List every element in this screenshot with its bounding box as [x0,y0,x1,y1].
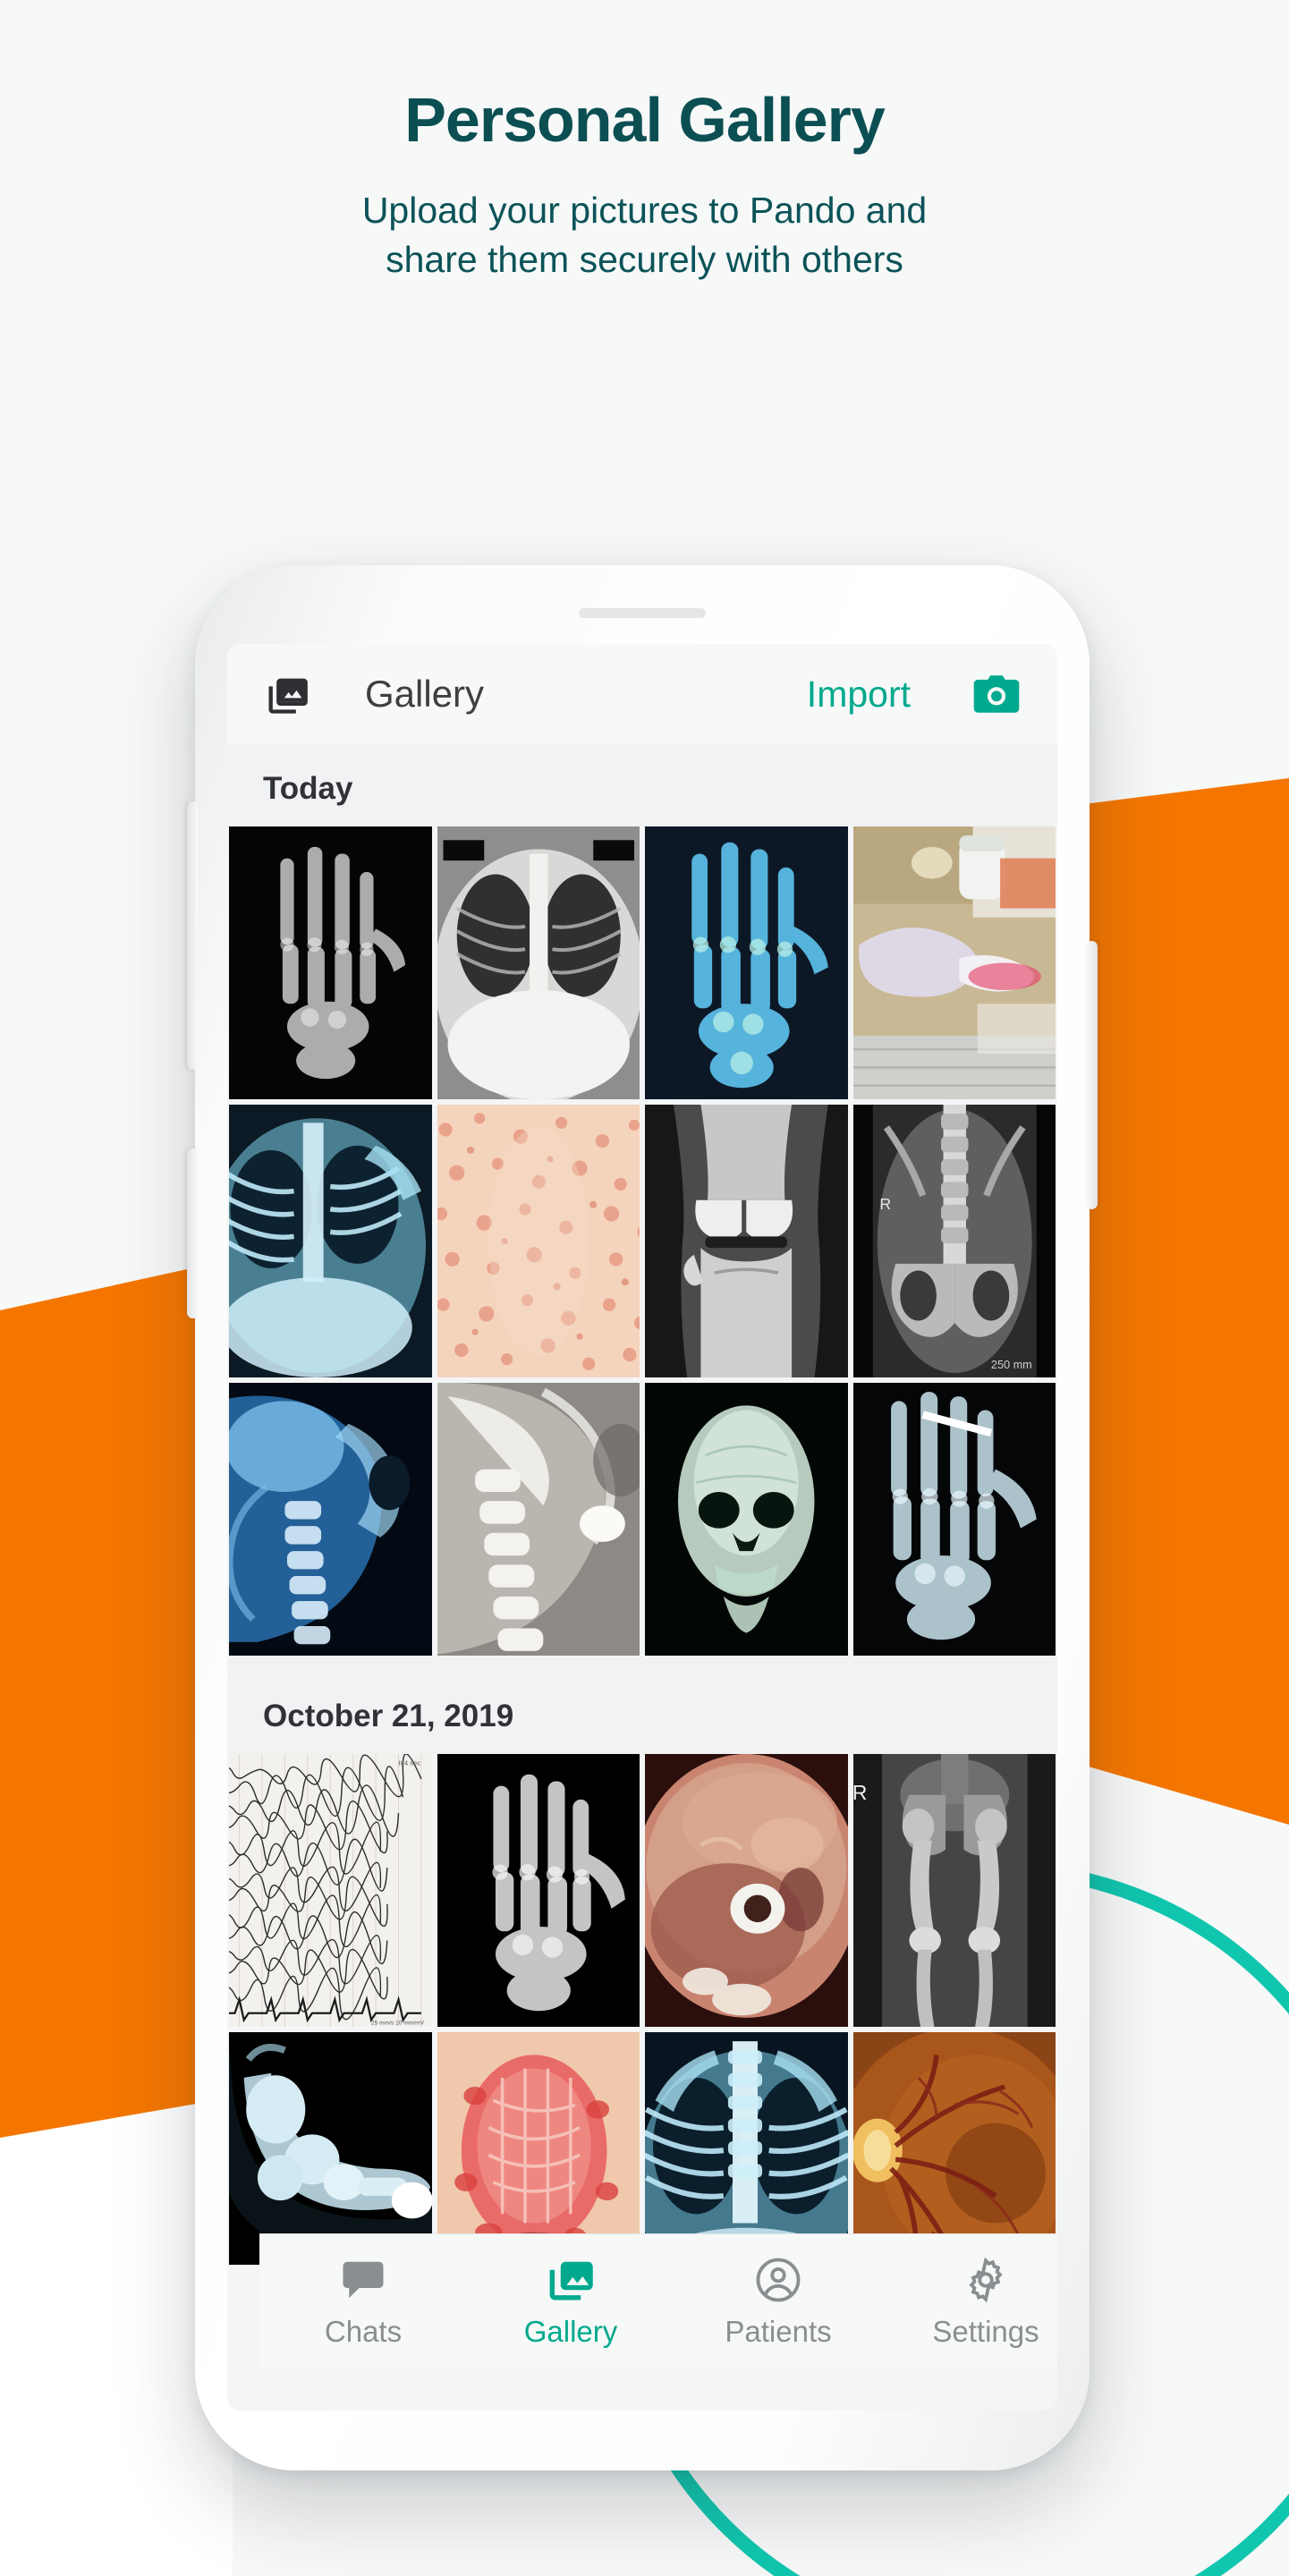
chest-xray-blue-image [229,1105,432,1377]
hand-xray-blue-image [645,826,848,1099]
gear-icon [962,2254,1010,2304]
legs-xray-image: R [852,1754,1056,2027]
photo-thumbnail[interactable] [645,1383,848,1656]
page-subtitle: Upload your pictures to Pando and share … [0,186,1289,285]
tab-settings[interactable]: Settings [882,2254,1057,2349]
section-header-october: October 21, 2019 [227,1656,1057,1754]
photo-thumbnail[interactable] [229,2032,432,2265]
tab-label: Gallery [523,2314,618,2348]
photo-thumbnail[interactable] [852,826,1056,1099]
svg-text:II 4 sec: II 4 sec [399,1759,421,1767]
app-bar-title: Gallery [365,673,485,715]
skull-xray-image [645,1383,848,1656]
photo-grid-october: II 4 sec 25 mm/s 10 mm/mV R [227,1754,1057,2265]
photo-thumbnail[interactable]: II 4 sec 25 mm/s 10 mm/mV [229,1754,432,2027]
tab-gallery[interactable]: Gallery [467,2254,674,2349]
page-title: Personal Gallery [404,85,886,155]
chest-xray-blue2-image [645,2032,848,2265]
foot-xray-image [229,2032,432,2265]
photo-thumbnail[interactable] [437,1383,640,1656]
skin-lesion-red-image [437,2032,640,2265]
photo-thumbnail[interactable] [229,1383,432,1656]
volume-button[interactable] [187,801,199,1070]
svg-text:R: R [853,1781,867,1804]
photo-thumbnail[interactable] [645,1105,848,1377]
person-circle-icon [754,2254,802,2304]
photo-library-icon [547,2254,595,2304]
side-button-right[interactable] [1086,941,1098,1209]
photo-thumbnail[interactable] [437,1105,640,1377]
tab-label: Patients [725,2314,832,2348]
bottom-tab-bar: Chats Gallery Patients Settings [259,2233,1057,2368]
photo-thumbnail[interactable] [645,2032,848,2265]
photo-library-icon [268,678,308,714]
photo-thumbnail[interactable] [229,826,432,1099]
skin-rash-torso-image [437,1105,640,1377]
tab-patients[interactable]: Patients [674,2254,882,2349]
cervical-spine-gray-image [437,1383,640,1656]
lab-petri-dish-image [852,826,1056,1099]
ecg-strip-image: II 4 sec 25 mm/s 10 mm/mV [229,1754,432,2027]
camera-icon[interactable] [971,674,1022,715]
page-subtitle-line-2: share them securely with others [386,238,903,280]
gallery-scroll-area[interactable]: Today R 250 mm October 21, 2019 II 4 sec… [227,744,1057,2265]
photo-thumbnail[interactable] [852,2032,1056,2265]
svg-text:R: R [879,1195,891,1213]
photo-thumbnail[interactable] [229,1105,432,1377]
abdomen-xray-image: R 250 mm [852,1105,1056,1377]
chest-xray-gray-image [437,826,640,1099]
photo-thumbnail[interactable] [437,2032,640,2265]
svg-text:250 mm: 250 mm [990,1359,1031,1371]
phone-screen: Gallery Import Today R 250 mm October 21… [227,644,1057,2411]
tab-label: Chats [324,2314,403,2348]
photo-thumbnail[interactable]: R 250 mm [852,1105,1056,1377]
photo-thumbnail[interactable]: R [852,1754,1056,2027]
power-button[interactable] [187,1148,199,1318]
cervical-spine-blue-image [229,1383,432,1656]
photo-grid-today: R 250 mm [227,826,1057,1656]
orange-shape-left [0,1261,224,2209]
otoscope-eardrum-image [645,1754,848,2027]
knee-xray-image [645,1105,848,1377]
hand-xray-gray-image [229,826,432,1099]
photo-thumbnail[interactable] [645,1754,848,2027]
chat-bubble-icon [339,2254,387,2304]
import-button[interactable]: Import [807,674,911,716]
tab-label: Settings [932,2314,1039,2348]
photo-thumbnail[interactable] [437,826,640,1099]
app-bar: Gallery Import [227,644,1057,744]
phone-speaker-grille [579,608,706,618]
phone-mockup: Gallery Import Today R 250 mm October 21… [187,565,1098,2470]
page-subtitle-line-1: Upload your pictures to Pando and [361,189,928,231]
photo-thumbnail[interactable] [645,826,848,1099]
hand-xray-white-image [437,1754,640,2027]
svg-text:25 mm/s 10 mm/mV: 25 mm/s 10 mm/mV [371,2020,425,2026]
tab-chats[interactable]: Chats [259,2254,467,2349]
hero-section: Personal Gallery Upload your pictures to… [0,0,1289,284]
retina-fundus-image [852,2032,1056,2265]
hand-xray-pin-image [852,1383,1056,1656]
photo-thumbnail[interactable] [437,1754,640,2027]
photo-thumbnail[interactable] [852,1383,1056,1656]
section-header-today: Today [227,744,1057,826]
